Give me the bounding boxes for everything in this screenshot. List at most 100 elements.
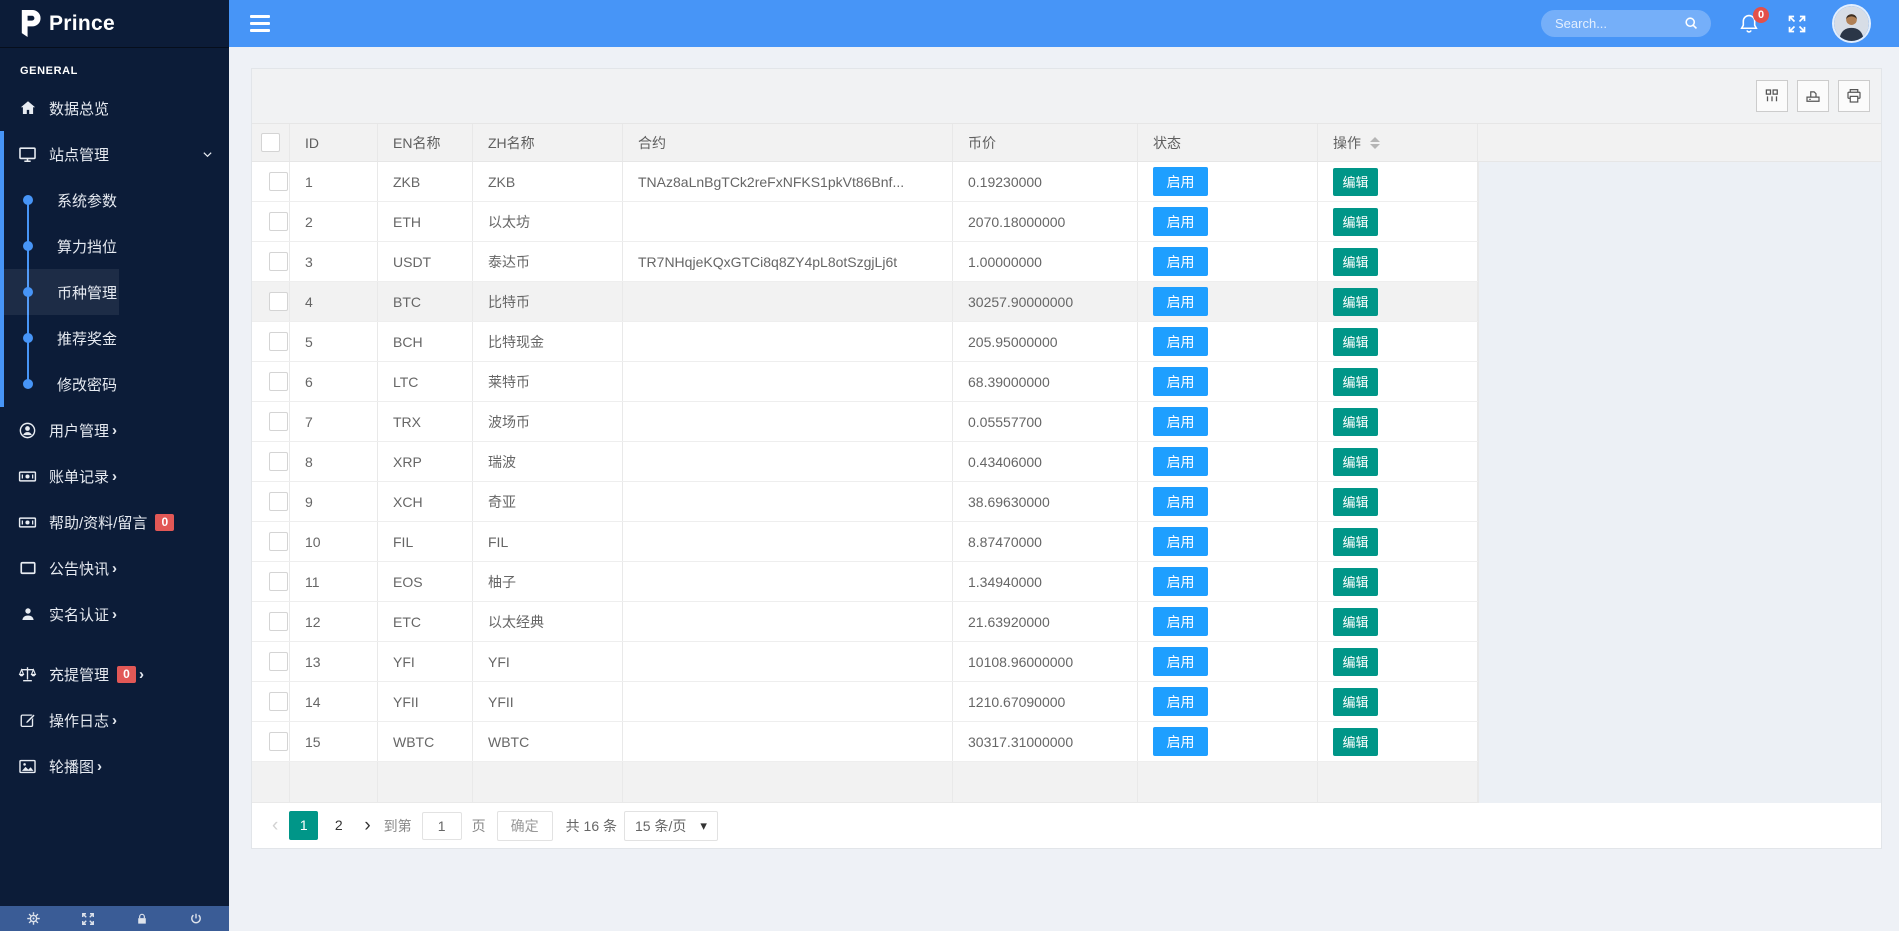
- sidebar-item-kyc-verification[interactable]: 实名认证 ›: [0, 591, 229, 637]
- enable-status-button[interactable]: 启用: [1153, 247, 1208, 276]
- sidebar-submenu: 系统参数 算力挡位 币种管理 推荐奖金修改密码: [4, 177, 229, 407]
- enable-status-button[interactable]: 启用: [1153, 647, 1208, 676]
- row-checkbox[interactable]: [268, 452, 288, 471]
- brand-logo[interactable]: Prince: [0, 0, 229, 48]
- cell-status: 启用: [1138, 722, 1318, 761]
- sidebar-item-announcements[interactable]: 公告快讯 ›: [0, 545, 229, 591]
- pagination-prev-button[interactable]: ‹: [264, 815, 286, 837]
- edit-button[interactable]: 编辑: [1333, 567, 1378, 596]
- row-checkbox[interactable]: [268, 332, 288, 351]
- notifications-button[interactable]: 0: [1738, 6, 1769, 35]
- enable-status-button[interactable]: 启用: [1153, 487, 1208, 516]
- enable-status-button[interactable]: 启用: [1153, 607, 1208, 636]
- fullscreen-button[interactable]: [1787, 14, 1807, 34]
- pagination-goto-input[interactable]: [421, 811, 462, 840]
- search-icon[interactable]: [1683, 15, 1700, 32]
- row-checkbox[interactable]: [268, 572, 288, 591]
- gear-button[interactable]: [26, 911, 41, 926]
- sort-icon[interactable]: [1370, 136, 1380, 149]
- sidebar-item-system-params[interactable]: 系统参数: [4, 177, 229, 223]
- select-all-checkbox[interactable]: [261, 133, 280, 152]
- expand-icon: [81, 912, 95, 926]
- sidebar-item-label: 操作日志: [49, 712, 110, 730]
- edit-button[interactable]: 编辑: [1333, 167, 1378, 196]
- menu-toggle-button[interactable]: [250, 15, 270, 32]
- row-checkbox[interactable]: [268, 692, 288, 711]
- sidebar-item-site-management[interactable]: 站点管理: [4, 131, 229, 177]
- edit-button[interactable]: 编辑: [1333, 687, 1378, 716]
- table-row: 15 WBTC WBTC 30317.31000000 启用 编辑: [252, 722, 1478, 762]
- edit-button[interactable]: 编辑: [1333, 287, 1378, 316]
- power-button[interactable]: [189, 912, 203, 926]
- row-checkbox[interactable]: [268, 492, 288, 511]
- edit-button[interactable]: 编辑: [1333, 487, 1378, 516]
- sidebar-badge: 0: [155, 513, 175, 531]
- print-button[interactable]: [1838, 80, 1870, 112]
- column-header-1: EN名称: [378, 124, 473, 161]
- sidebar-item-referral-bonus[interactable]: 推荐奖金: [4, 315, 229, 361]
- sidebar-item-data-overview[interactable]: 数据总览: [0, 85, 229, 131]
- edit-button[interactable]: 编辑: [1333, 647, 1378, 676]
- pagination-next-button[interactable]: ›: [356, 815, 378, 837]
- sidebar-item-carousel[interactable]: 轮播图 ›: [0, 743, 229, 789]
- pagination-page-1[interactable]: 1: [289, 811, 319, 840]
- row-checkbox[interactable]: [268, 172, 288, 191]
- page-size-value: 15 条/页: [635, 817, 687, 834]
- enable-status-button[interactable]: 启用: [1153, 407, 1208, 436]
- edit-button[interactable]: 编辑: [1333, 407, 1378, 436]
- sidebar-subitem-label: 修改密码: [57, 376, 118, 394]
- pagination-page-2[interactable]: 2: [324, 811, 353, 840]
- cell-status: 启用: [1138, 602, 1318, 641]
- chevron-right-icon: ›: [112, 711, 118, 729]
- edit-button[interactable]: 编辑: [1333, 527, 1378, 556]
- cell-actions: 编辑: [1318, 602, 1478, 641]
- enable-status-button[interactable]: 启用: [1153, 687, 1208, 716]
- table-row: 8 XRP 瑞波 0.43406000 启用 编辑: [252, 442, 1478, 482]
- cell-contract: [623, 322, 953, 361]
- sidebar-item-billing-records[interactable]: 账单记录 ›: [0, 453, 229, 499]
- edit-button[interactable]: 编辑: [1333, 367, 1378, 396]
- enable-status-button[interactable]: 启用: [1153, 167, 1208, 196]
- cell-contract: TNAz8aLnBgTCk2reFxNFKS1pkVt86Bnf...: [623, 162, 953, 201]
- edit-button[interactable]: 编辑: [1333, 207, 1378, 236]
- sidebar-item-operation-logs[interactable]: 操作日志 ›: [0, 697, 229, 743]
- row-checkbox[interactable]: [268, 292, 288, 311]
- enable-status-button[interactable]: 启用: [1153, 567, 1208, 596]
- export-button[interactable]: [1797, 80, 1829, 112]
- row-checkbox[interactable]: [268, 732, 288, 751]
- enable-status-button[interactable]: 启用: [1153, 207, 1208, 236]
- row-checkbox[interactable]: [268, 652, 288, 671]
- pagination-confirm-button[interactable]: 确定: [496, 810, 553, 841]
- enable-status-button[interactable]: 启用: [1153, 287, 1208, 316]
- cell-price: 0.43406000: [953, 442, 1138, 481]
- expand-button[interactable]: [81, 912, 95, 926]
- lock-button[interactable]: [135, 912, 149, 926]
- row-checkbox[interactable]: [268, 212, 288, 231]
- sidebar-item-hashrate-tiers[interactable]: 算力挡位: [4, 223, 229, 269]
- enable-status-button[interactable]: 启用: [1153, 327, 1208, 356]
- edit-button[interactable]: 编辑: [1333, 447, 1378, 476]
- user-avatar[interactable]: [1834, 6, 1869, 41]
- enable-status-button[interactable]: 启用: [1153, 727, 1208, 756]
- enable-status-button[interactable]: 启用: [1153, 447, 1208, 476]
- sidebar-item-deposit-withdraw[interactable]: 充提管理 0 ›: [0, 651, 229, 697]
- row-checkbox[interactable]: [268, 532, 288, 551]
- enable-status-button[interactable]: 启用: [1153, 367, 1208, 396]
- row-checkbox[interactable]: [268, 252, 288, 271]
- cell-price: 205.95000000: [953, 322, 1138, 361]
- sidebar-item-help-materials-messages[interactable]: 帮助/资料/留言 0: [0, 499, 229, 545]
- row-checkbox[interactable]: [268, 412, 288, 431]
- sidebar-item-change-password[interactable]: 修改密码: [4, 361, 229, 407]
- row-checkbox[interactable]: [268, 372, 288, 391]
- edit-button[interactable]: 编辑: [1333, 727, 1378, 756]
- edit-button[interactable]: 编辑: [1333, 327, 1378, 356]
- columns-filter-button[interactable]: [1756, 80, 1788, 112]
- sidebar-item-coin-management[interactable]: 币种管理: [4, 269, 229, 315]
- sidebar-item-user-management[interactable]: 用户管理 ›: [0, 407, 229, 453]
- enable-status-button[interactable]: 启用: [1153, 527, 1208, 556]
- edit-button[interactable]: 编辑: [1333, 247, 1378, 276]
- sidebar-item-label: 数据总览: [49, 100, 110, 118]
- page-size-select[interactable]: 15 条/页 ▾: [624, 810, 718, 841]
- row-checkbox[interactable]: [268, 612, 288, 631]
- edit-button[interactable]: 编辑: [1333, 607, 1378, 636]
